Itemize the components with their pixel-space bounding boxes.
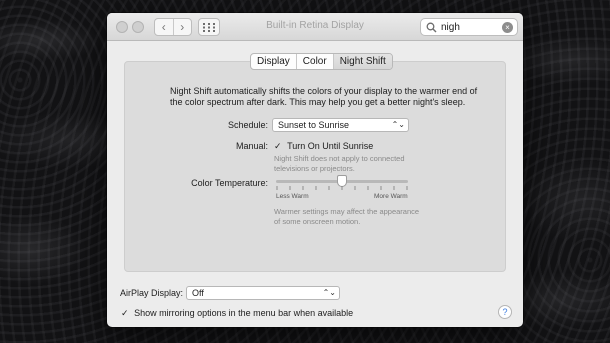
popup-chevron-icon: ⌃⌄: [391, 120, 405, 129]
tab-night-shift[interactable]: Night Shift: [332, 54, 392, 69]
checkmark-icon: ✓: [121, 308, 129, 318]
tab-bar: Display Color Night Shift: [250, 53, 393, 70]
mirroring-checkbox-label: Show mirroring options in the menu bar w…: [134, 308, 354, 318]
slider-min-label: Less Warm: [276, 193, 309, 200]
color-temperature-note: Warmer settings may affect the appearanc…: [274, 207, 420, 226]
slider-max-label: More Warm: [374, 193, 408, 200]
manual-note: Night Shift does not apply to connected …: [274, 154, 405, 173]
mirroring-checkbox[interactable]: ✓ Show mirroring options in the menu bar…: [121, 308, 353, 319]
night-shift-panel: Night Shift automatically shifts the col…: [124, 61, 506, 272]
popup-chevron-icon: ⌃⌄: [322, 288, 336, 297]
clear-icon[interactable]: ×: [502, 22, 513, 33]
search-field[interactable]: nigh ×: [420, 18, 518, 36]
manual-checkbox[interactable]: ✓ Turn On Until Sunrise: [274, 141, 373, 152]
tab-color[interactable]: Color: [295, 54, 333, 69]
airplay-value: Off: [192, 288, 204, 298]
schedule-label: Schedule:: [227, 120, 268, 130]
tab-display[interactable]: Display: [251, 54, 296, 69]
title-bar[interactable]: ‹ › Built-in Retina Display nigh ×: [107, 13, 523, 41]
checkmark-icon: ✓: [274, 141, 282, 151]
airplay-popup[interactable]: Off ⌃⌄: [186, 286, 340, 300]
search-icon: [426, 22, 437, 33]
schedule-popup[interactable]: Sunset to Sunrise ⌃⌄: [272, 118, 409, 132]
help-icon[interactable]: ?: [498, 305, 512, 319]
manual-checkbox-label: Turn On Until Sunrise: [287, 141, 374, 151]
schedule-value: Sunset to Sunrise: [278, 120, 350, 130]
airplay-label: AirPlay Display:: [119, 288, 183, 298]
search-input[interactable]: nigh: [441, 22, 460, 33]
manual-label: Manual:: [235, 141, 268, 151]
night-shift-description: Night Shift automatically shifts the col…: [170, 86, 478, 107]
slider-ticks: [276, 186, 408, 190]
color-temperature-label: Color Temperature:: [191, 178, 268, 188]
preferences-window: ‹ › Built-in Retina Display nigh × Displ…: [107, 13, 523, 327]
